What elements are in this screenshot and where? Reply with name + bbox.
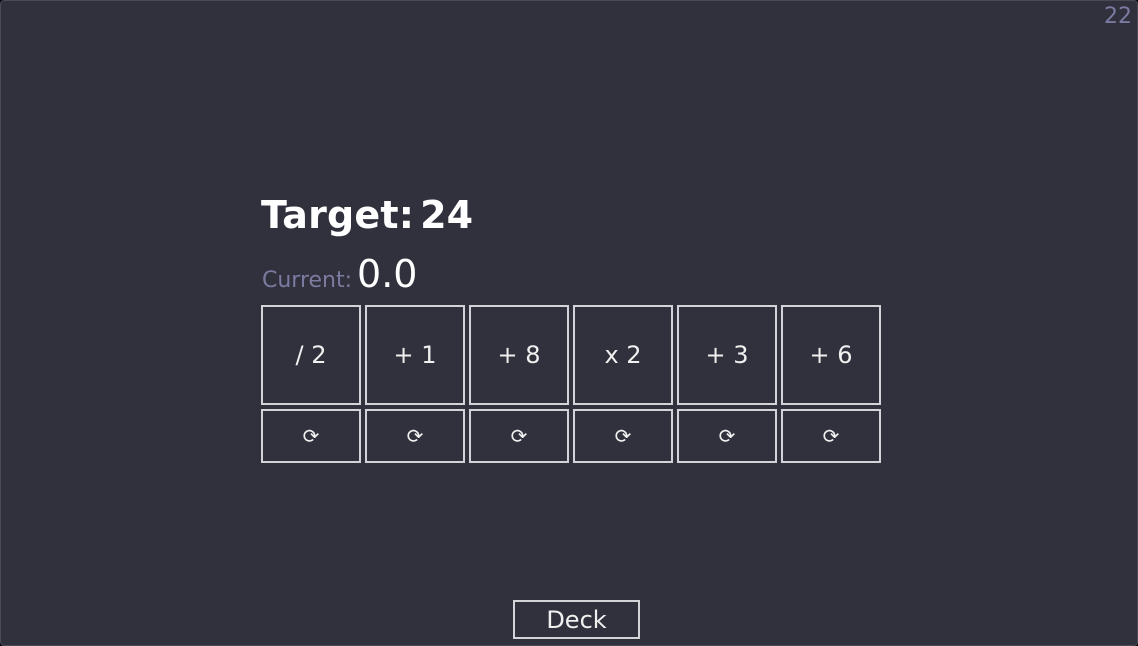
card-column: + 6 ⟳ [781, 305, 881, 463]
target-row: Target: 24 [261, 193, 473, 237]
current-row: Current: 0.0 [262, 252, 417, 296]
reroll-button[interactable]: ⟳ [365, 409, 465, 463]
operation-card[interactable]: + 3 [677, 305, 777, 405]
target-label: Target: [261, 193, 415, 237]
card-column: + 8 ⟳ [469, 305, 569, 463]
game-window: 22 Target: 24 Current: 0.0 / 2 ⟳ + 1 ⟳ +… [0, 0, 1138, 646]
card-column: + 1 ⟳ [365, 305, 465, 463]
reroll-button[interactable]: ⟳ [261, 409, 361, 463]
target-value: 24 [420, 193, 474, 237]
reroll-button[interactable]: ⟳ [781, 409, 881, 463]
reroll-icon: ⟳ [406, 424, 424, 448]
deck-button[interactable]: Deck [513, 600, 640, 639]
reroll-icon: ⟳ [302, 424, 320, 448]
current-label: Current: [262, 268, 353, 293]
card-row: / 2 ⟳ + 1 ⟳ + 8 ⟳ x 2 ⟳ + 3 ⟳ + 6 ⟳ [261, 305, 881, 463]
card-column: / 2 ⟳ [261, 305, 361, 463]
reroll-icon: ⟳ [822, 424, 840, 448]
reroll-icon: ⟳ [718, 424, 736, 448]
operation-card[interactable]: x 2 [573, 305, 673, 405]
reroll-icon: ⟳ [614, 424, 632, 448]
level-counter: 22 [1104, 4, 1132, 29]
reroll-button[interactable]: ⟳ [677, 409, 777, 463]
reroll-button[interactable]: ⟳ [573, 409, 673, 463]
card-column: + 3 ⟳ [677, 305, 777, 463]
reroll-icon: ⟳ [510, 424, 528, 448]
current-value: 0.0 [357, 252, 418, 296]
operation-card[interactable]: + 6 [781, 305, 881, 405]
operation-card[interactable]: + 1 [365, 305, 465, 405]
operation-card[interactable]: + 8 [469, 305, 569, 405]
card-column: x 2 ⟳ [573, 305, 673, 463]
operation-card[interactable]: / 2 [261, 305, 361, 405]
reroll-button[interactable]: ⟳ [469, 409, 569, 463]
